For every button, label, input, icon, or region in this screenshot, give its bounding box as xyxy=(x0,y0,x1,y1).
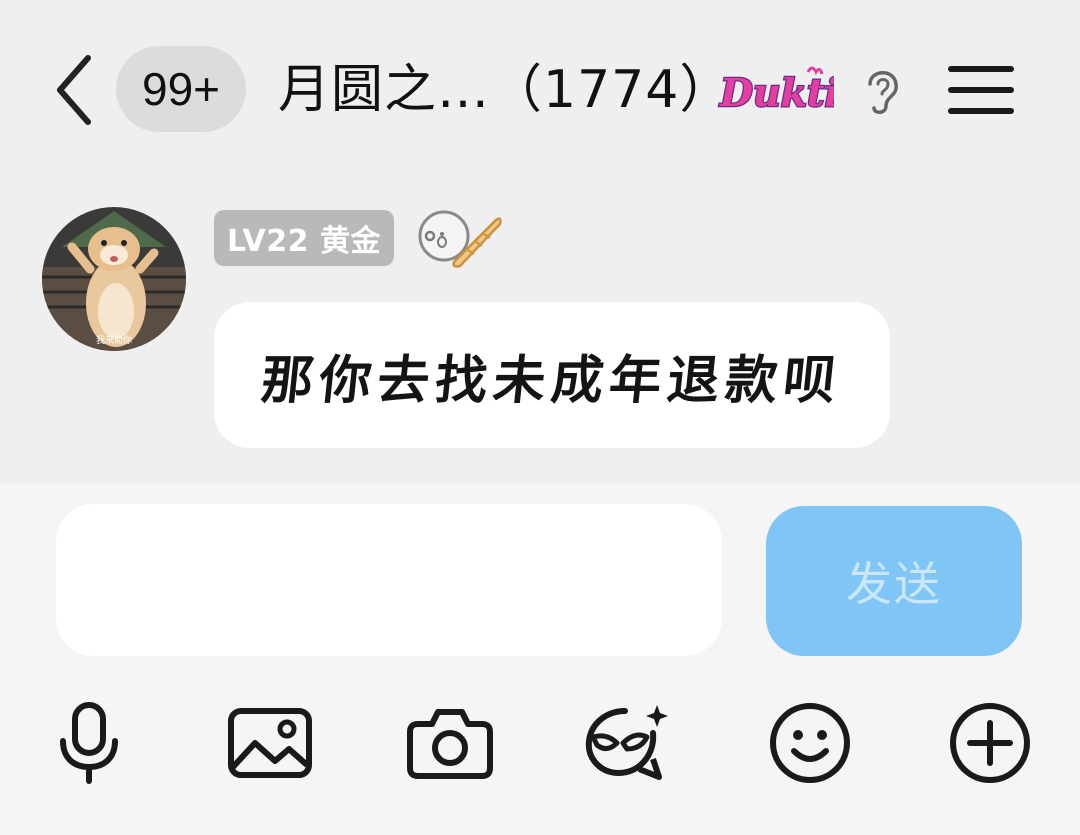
svg-text:Duktig: Duktig xyxy=(719,70,834,115)
message-input[interactable] xyxy=(56,504,722,656)
voice-button[interactable] xyxy=(44,700,134,786)
back-button[interactable] xyxy=(46,50,102,130)
menu-button[interactable] xyxy=(944,58,1018,122)
menu-icon xyxy=(948,66,1014,114)
message-bubble[interactable]: 那你去找未成年退款呗 xyxy=(214,302,890,448)
camera-icon xyxy=(407,709,493,779)
level-badge: LV22 黄金 xyxy=(214,210,394,266)
sticker-button[interactable] xyxy=(582,700,672,786)
ear-icon xyxy=(868,71,898,114)
message-text: 那你去找未成年退款呗 xyxy=(258,349,845,411)
emoji-icon xyxy=(770,703,850,783)
plus-icon xyxy=(950,703,1030,783)
image-button[interactable] xyxy=(225,700,315,786)
medal-icon xyxy=(418,210,502,268)
send-button[interactable]: 发送 xyxy=(766,506,1022,656)
brand-badge-logo: Duktig xyxy=(718,66,834,116)
image-icon xyxy=(228,708,312,778)
chat-title[interactable]: 月圆之…（1774） xyxy=(278,52,732,128)
sender-avatar[interactable]: 我来助你 xyxy=(42,207,186,351)
back-chevron-icon xyxy=(57,55,91,125)
ear-button[interactable] xyxy=(854,60,910,120)
more-button[interactable] xyxy=(945,700,1035,786)
sticker-face-icon xyxy=(585,705,668,780)
emoji-button[interactable] xyxy=(765,700,855,786)
camera-button[interactable] xyxy=(405,700,495,786)
unread-count-badge[interactable]: 99+ xyxy=(116,46,246,132)
microphone-icon xyxy=(60,702,118,784)
hamster-avatar-image: 我来助你 xyxy=(42,207,186,351)
chat-header: 99+ 月圆之…（1774） Duktig xyxy=(0,0,1080,180)
svg-text:我来助你: 我来助你 xyxy=(96,334,132,346)
